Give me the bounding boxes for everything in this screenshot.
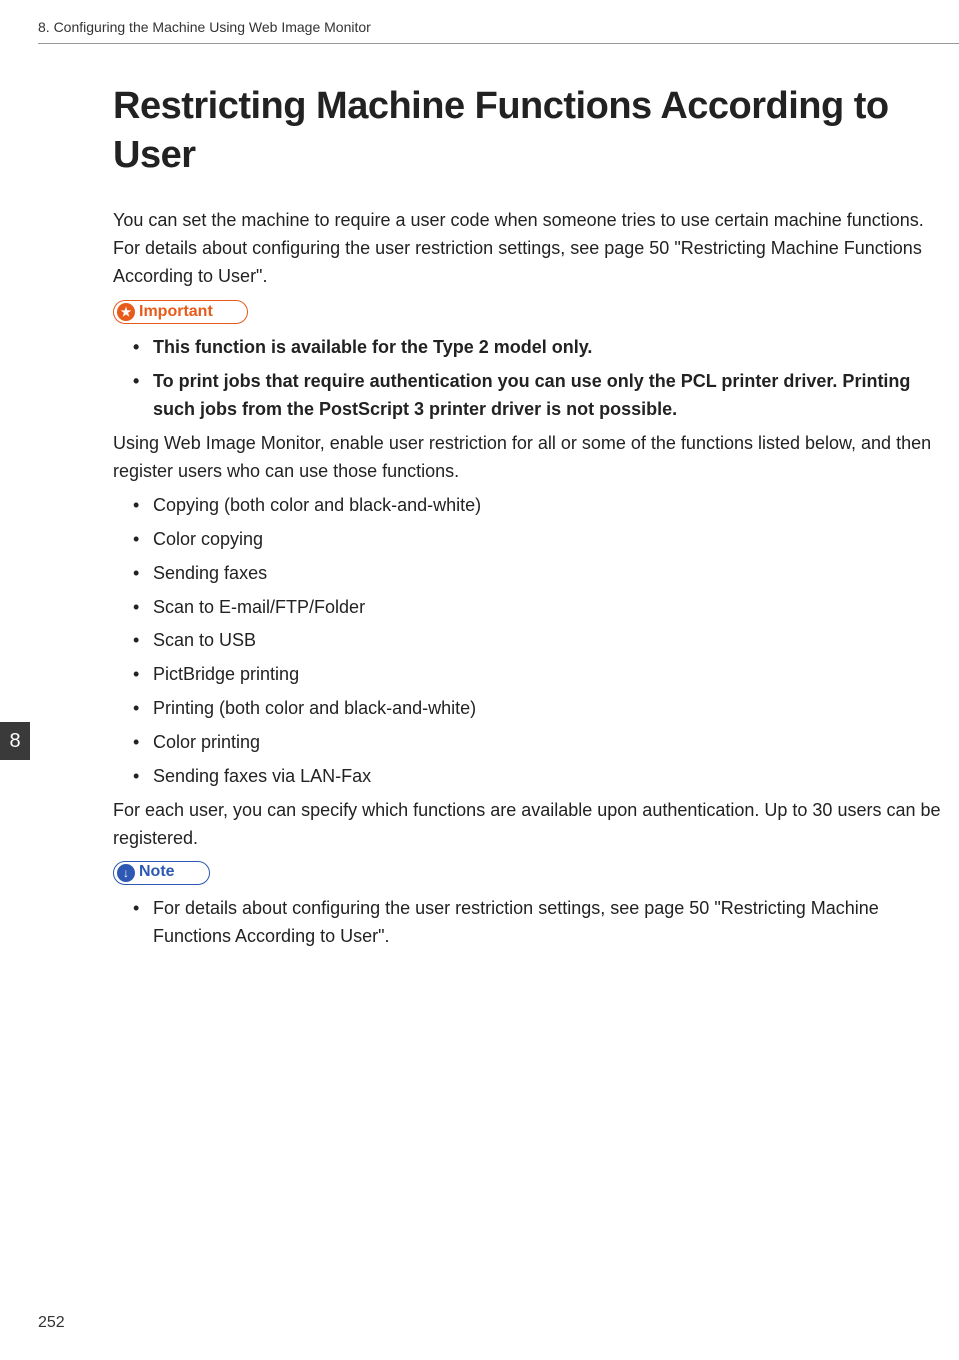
page-content: Restricting Machine Functions According … — [113, 82, 941, 956]
down-arrow-icon: ↓ — [117, 864, 135, 882]
list-item: Sending faxes — [113, 560, 941, 588]
page-number: 252 — [38, 1311, 65, 1336]
header-chapter-line: 8. Configuring the Machine Using Web Ima… — [38, 17, 959, 44]
list-item: For details about configuring the user r… — [113, 895, 941, 951]
list-item: PictBridge printing — [113, 661, 941, 689]
list-item: Scan to E-mail/FTP/Folder — [113, 594, 941, 622]
list-item: This function is available for the Type … — [113, 334, 941, 362]
functions-list: Copying (both color and black-and-white)… — [113, 492, 941, 791]
chapter-side-tab: 8 — [0, 722, 30, 760]
list-item: To print jobs that require authenticatio… — [113, 368, 941, 424]
body-paragraph: For each user, you can specify which fun… — [113, 797, 941, 853]
list-item: Color copying — [113, 526, 941, 554]
list-item: Color printing — [113, 729, 941, 757]
list-item: Scan to USB — [113, 627, 941, 655]
list-item: Printing (both color and black-and-white… — [113, 695, 941, 723]
important-list: This function is available for the Type … — [113, 334, 941, 424]
important-badge: ★ Important — [113, 300, 941, 324]
important-label: Important — [139, 300, 213, 325]
list-item: Sending faxes via LAN-Fax — [113, 763, 941, 791]
star-icon: ★ — [117, 303, 135, 321]
note-label: Note — [139, 860, 175, 885]
page-title: Restricting Machine Functions According … — [113, 82, 941, 181]
list-item: Copying (both color and black-and-white) — [113, 492, 941, 520]
note-badge: ↓ Note — [113, 861, 941, 885]
note-list: For details about configuring the user r… — [113, 895, 941, 951]
body-paragraph: Using Web Image Monitor, enable user res… — [113, 430, 941, 486]
intro-paragraph: You can set the machine to require a use… — [113, 207, 941, 291]
